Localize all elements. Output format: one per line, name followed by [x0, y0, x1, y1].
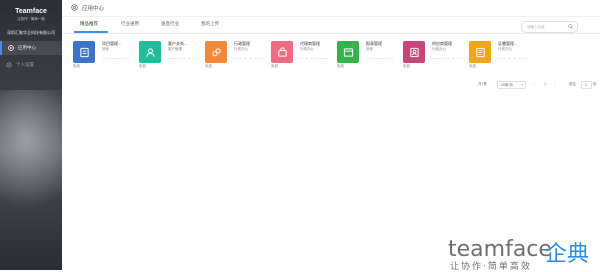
pagination-total: 共7条: [478, 82, 487, 86]
report-icon: [337, 41, 359, 63]
app-card-admin[interactable]: 行政管理 行政办公 免费: [205, 40, 267, 70]
brand-slogan: 让协作 · 简单一致: [17, 17, 45, 21]
divider: [498, 58, 526, 59]
page-size-select[interactable]: 20条/页 ▾: [497, 81, 526, 89]
goto-unit: 页: [593, 82, 597, 86]
sidebar-item-label: 应用中心: [18, 45, 36, 50]
app-card-supplier[interactable]: 供应商管理 行政办公 免费: [403, 40, 465, 70]
goto-page-input[interactable]: 1: [581, 81, 592, 89]
pagination: 共7条 20条/页 ▾ ‹ 1 › 前往 1 页: [0, 81, 600, 89]
app-price: 免费: [139, 64, 146, 68]
divider: [168, 58, 196, 59]
app-card-customer[interactable]: 客户关系... 客户管理 免费: [139, 40, 201, 70]
tab-general-industry[interactable]: 行业通用: [121, 21, 139, 27]
category-tabs: 精品推荐 行业通用 垂直行业 我的上传: [62, 16, 600, 34]
divider: [300, 58, 328, 59]
sidebar-item-personal-settings[interactable]: 个人设置: [0, 58, 62, 72]
app-price: 免费: [73, 64, 80, 68]
settings-icon: [6, 62, 12, 68]
app-card-project[interactable]: 项目管理... 其他 免费: [73, 40, 135, 70]
agent-icon: [271, 41, 293, 63]
active-tab-indicator: [74, 31, 108, 33]
tab-my-uploads[interactable]: 我的上传: [201, 21, 219, 27]
app-price: 免费: [337, 64, 344, 68]
search-placeholder: 请输入关键: [527, 24, 545, 29]
app-price: 免费: [469, 64, 476, 68]
page-header: 应用中心: [62, 0, 600, 17]
page-number-current[interactable]: 1: [544, 82, 546, 86]
app-category: 其他: [102, 47, 109, 51]
sidebar-item-label: 个人设置: [16, 62, 34, 67]
page-title: 应用中心: [82, 6, 105, 12]
search-input[interactable]: 请输入关键: [521, 21, 578, 33]
tab-vertical-industry[interactable]: 垂直行业: [161, 21, 179, 27]
certificate-icon: [469, 41, 491, 63]
app-category: 其他: [366, 47, 373, 51]
project-icon: [73, 41, 95, 63]
supplier-icon: [403, 41, 425, 63]
next-page-button[interactable]: ›: [554, 82, 555, 86]
watermark-slogan: 让协作·简单高效: [450, 262, 532, 272]
divider: [366, 58, 394, 59]
app-category: 行政办公: [432, 47, 446, 51]
divider: [432, 58, 460, 59]
chevron-down-icon: ▾: [521, 83, 523, 87]
brand-logo: Teamface 让协作 · 简单一致: [0, 8, 62, 22]
app-card-agent[interactable]: 代理商管理 行政办公 免费: [271, 40, 333, 70]
app-center-icon: [71, 4, 78, 11]
divider: [102, 58, 130, 59]
app-category: 行政办公: [498, 47, 512, 51]
app-price: 免费: [205, 64, 212, 68]
brand-name: Teamface: [15, 8, 47, 15]
app-price: 免费: [271, 64, 278, 68]
app-category: 行政办公: [234, 47, 248, 51]
customer-icon: [139, 41, 161, 63]
sidebar-item-app-center[interactable]: 应用中心: [0, 41, 62, 55]
divider: [234, 58, 262, 59]
app-card-certificate[interactable]: 证書管理... 行政办公 免费: [469, 40, 531, 70]
prev-page-button[interactable]: ‹: [534, 82, 535, 86]
page-size-value: 20条/页: [501, 83, 513, 87]
app-center-icon: [8, 45, 14, 51]
app-category: 行政办公: [300, 47, 314, 51]
admin-icon: [205, 41, 227, 63]
app-price: 免费: [403, 64, 410, 68]
goto-label: 前往: [569, 82, 576, 86]
search-icon[interactable]: [568, 24, 573, 29]
app-category: 客户管理: [168, 47, 182, 51]
sidebar: Teamface 让协作 · 简单一致 深圳汇聚华企科技有限公司 应用中心 个人…: [0, 0, 62, 270]
goto-page-value: 1: [585, 83, 587, 87]
tab-featured[interactable]: 精品推荐: [80, 21, 98, 27]
company-name: 深圳汇聚华企科技有限公司: [7, 30, 55, 35]
watermark-cn: 企典: [545, 242, 590, 267]
app-card-report[interactable]: 报表管理 其他 免费: [337, 40, 399, 70]
